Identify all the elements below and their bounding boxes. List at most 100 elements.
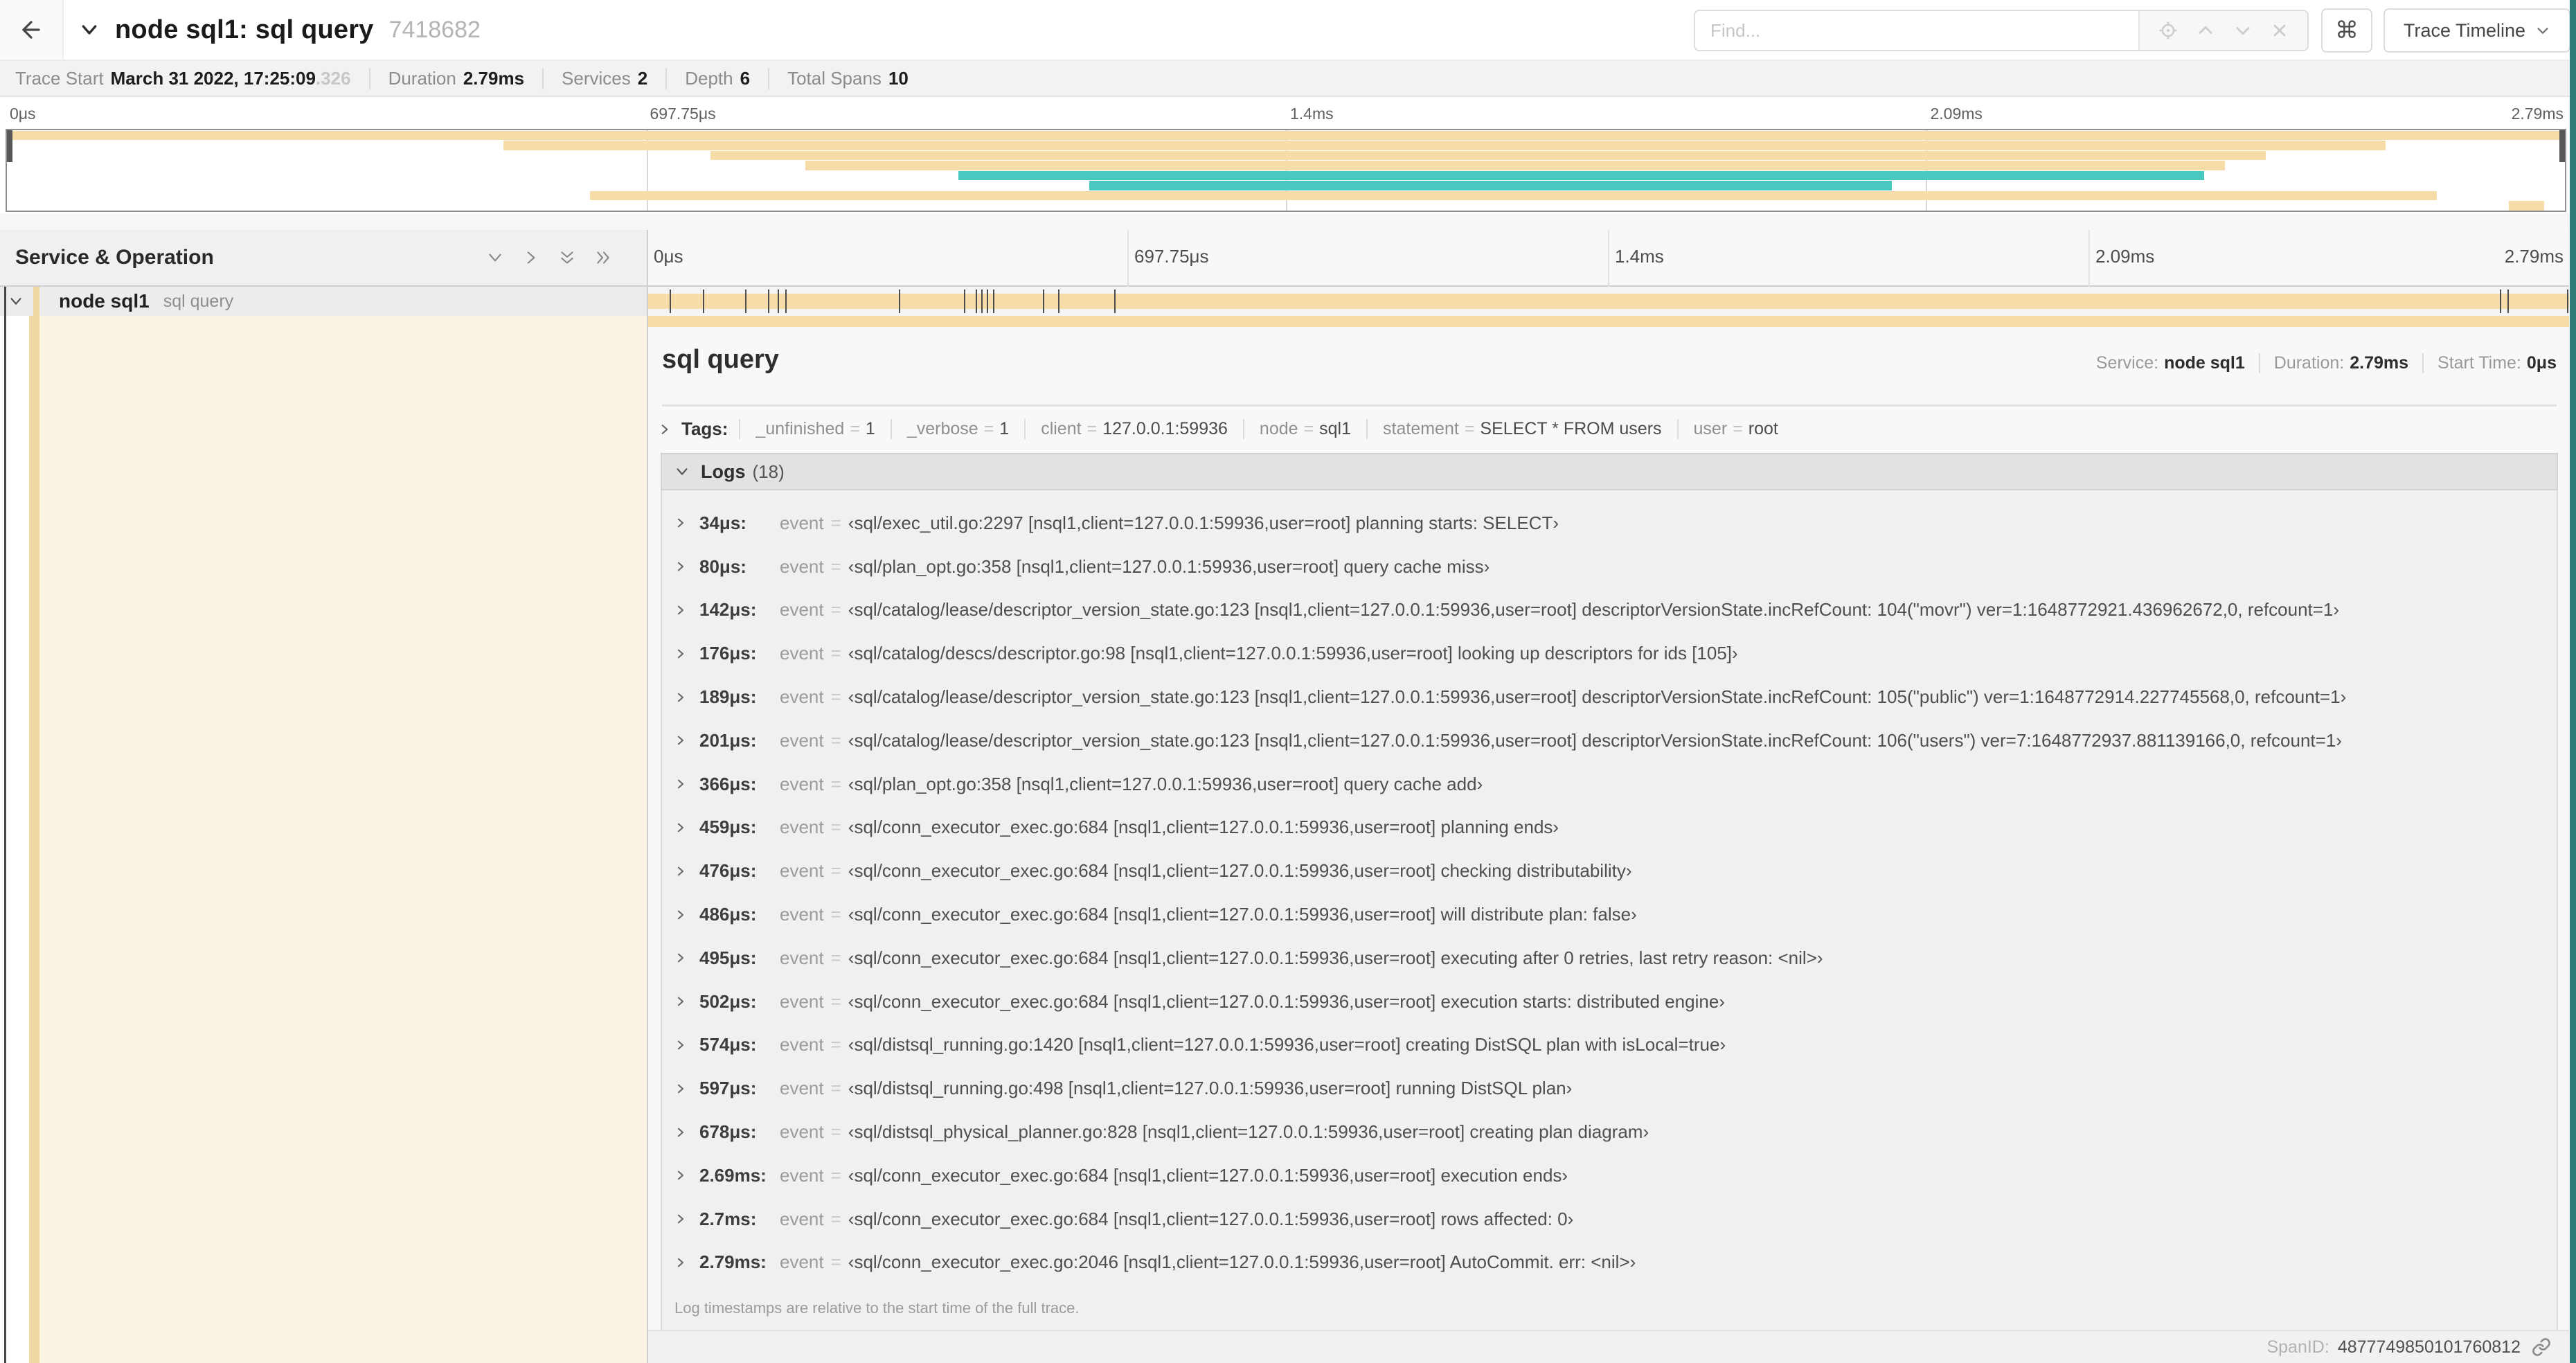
logs-count: (18) xyxy=(752,461,785,482)
log-field-key: event xyxy=(780,555,824,577)
log-equals: = xyxy=(830,599,841,621)
locate-icon[interactable] xyxy=(2158,20,2179,41)
log-tick-mark xyxy=(744,289,746,313)
tag-value: root xyxy=(1748,419,1778,438)
collapse-all-chevron-down-icon[interactable] xyxy=(486,249,504,267)
log-entry-row[interactable]: 2.69ms: event = ‹sql/conn_executor_exec.… xyxy=(662,1154,2557,1197)
log-entry-row[interactable]: 502μs: event = ‹sql/conn_executor_exec.g… xyxy=(662,980,2557,1024)
log-tick-mark xyxy=(981,289,983,313)
log-entry-row[interactable]: 574μs: event = ‹sql/distsql_running.go:1… xyxy=(662,1024,2557,1067)
tag-item: statement = SELECT * FROM users xyxy=(1366,419,1677,439)
log-entry-row[interactable]: 597μs: event = ‹sql/distsql_running.go:4… xyxy=(662,1067,2557,1110)
log-entry-row[interactable]: 189μs: event = ‹sql/catalog/lease/descri… xyxy=(662,675,2557,719)
next-match-chevron-down-icon[interactable] xyxy=(2233,21,2253,40)
log-entry-row[interactable]: 201μs: event = ‹sql/catalog/lease/descri… xyxy=(662,719,2557,763)
detail-meta-label: Start Time: xyxy=(2438,353,2521,373)
detail-meta-pair: Duration: 2.79ms xyxy=(2258,353,2422,373)
log-field-value: ‹sql/conn_executor_exec.go:2046 [nsql1,c… xyxy=(848,1251,1636,1273)
log-tick-mark xyxy=(1042,289,1044,313)
find-group xyxy=(1694,10,2309,51)
meta-value: 6 xyxy=(740,67,751,89)
log-entry-row[interactable]: 2.7ms: event = ‹sql/conn_executor_exec.g… xyxy=(662,1197,2557,1241)
log-field-key: event xyxy=(780,860,824,882)
log-entry-row[interactable]: 366μs: event = ‹sql/plan_opt.go:358 [nsq… xyxy=(662,763,2557,806)
minimap-span-bar xyxy=(1089,181,1893,190)
log-field-key: event xyxy=(780,1208,824,1229)
span-id-footer: SpanID: 4877749850101760812 xyxy=(648,1330,2569,1363)
log-chevron-right-icon xyxy=(674,517,687,529)
expand-all-double-chevron-right-icon[interactable] xyxy=(594,249,612,267)
log-equals: = xyxy=(830,1121,841,1143)
trace-id: 7418682 xyxy=(388,16,481,43)
log-equals: = xyxy=(830,947,841,968)
log-field-value: ‹sql/distsql_running.go:1420 [nsql1,clie… xyxy=(848,1034,1726,1055)
tag-item: _unfinished = 1 xyxy=(739,419,890,439)
meta-label: Depth xyxy=(685,67,733,89)
minimap-canvas[interactable] xyxy=(6,129,2566,212)
log-tick-mark xyxy=(975,289,977,313)
span-row-timeline-cell[interactable] xyxy=(647,287,2569,316)
deep-link-icon[interactable] xyxy=(2532,1337,2551,1357)
detail-divider xyxy=(662,404,2557,407)
tag-equals: = xyxy=(1086,419,1098,438)
clear-find-x-icon[interactable] xyxy=(2270,21,2289,40)
logs-header[interactable]: Logs (18) xyxy=(661,453,2558,490)
tag-key: statement xyxy=(1383,419,1459,438)
page-scrollbar-thumb[interactable] xyxy=(2570,0,2576,1363)
trace-view-selector[interactable]: Trace Timeline xyxy=(2383,8,2570,53)
log-entry-row[interactable]: 142μs: event = ‹sql/catalog/lease/descri… xyxy=(662,589,2557,632)
prev-match-chevron-up-icon[interactable] xyxy=(2196,21,2215,40)
collapse-controls xyxy=(486,249,632,267)
tag-key: _unfinished xyxy=(755,419,845,438)
log-chevron-right-icon xyxy=(674,995,687,1008)
log-field-value: ‹sql/distsql_running.go:498 [nsql1,clien… xyxy=(848,1078,1573,1099)
find-tools xyxy=(2138,11,2307,50)
trace-meta-item: Services 2 xyxy=(542,67,665,89)
log-entry-row[interactable]: 2.79ms: event = ‹sql/conn_executor_exec.… xyxy=(662,1241,2557,1285)
back-button[interactable] xyxy=(0,0,64,60)
row-collapse-chevron-down-icon[interactable] xyxy=(8,294,24,309)
expand-one-chevron-right-icon[interactable] xyxy=(522,249,540,267)
log-equals: = xyxy=(830,1164,841,1186)
log-field-value: ‹sql/catalog/lease/descriptor_version_st… xyxy=(848,729,2342,751)
meta-label: Trace Start xyxy=(15,67,104,89)
log-entry-row[interactable]: 476μs: event = ‹sql/conn_executor_exec.g… xyxy=(662,849,2557,893)
span-row-name-cell[interactable]: node sql1 sql query xyxy=(0,287,647,316)
log-field-value: ‹sql/plan_opt.go:358 [nsql1,client=127.0… xyxy=(848,773,1483,794)
log-timestamp: 189μs: xyxy=(699,686,757,708)
log-equals: = xyxy=(830,1251,841,1273)
log-field-key: event xyxy=(780,512,824,533)
log-field-value: ‹sql/distsql_physical_planner.go:828 [ns… xyxy=(848,1121,1649,1143)
log-field-value: ‹sql/conn_executor_exec.go:684 [nsql1,cl… xyxy=(848,860,1632,882)
log-tick-mark xyxy=(767,289,769,313)
detail-meta-pair: Start Time: 0μs xyxy=(2422,353,2557,373)
log-entry-row[interactable]: 34μs: event = ‹sql/exec_util.go:2297 [ns… xyxy=(662,501,2557,545)
minimap-right-scrub-handle[interactable] xyxy=(2559,130,2565,162)
log-entry-row[interactable]: 176μs: event = ‹sql/catalog/descs/descri… xyxy=(662,632,2557,675)
log-entry-row[interactable]: 80μs: event = ‹sql/plan_opt.go:358 [nsql… xyxy=(662,545,2557,589)
log-entry-row[interactable]: 495μs: event = ‹sql/conn_executor_exec.g… xyxy=(662,936,2557,980)
log-tick-mark xyxy=(1113,289,1116,313)
timeline-tick-label: 697.75μs xyxy=(1134,246,1209,267)
tag-equals: = xyxy=(1303,419,1314,438)
log-equals: = xyxy=(830,555,841,577)
log-field-key: event xyxy=(780,729,824,751)
log-entry-row[interactable]: 678μs: event = ‹sql/distsql_physical_pla… xyxy=(662,1110,2557,1154)
tags-accordion[interactable]: Tags: _unfinished = 1 _verbose = 1 client = 12… xyxy=(658,418,2557,440)
log-entry-row[interactable]: 486μs: event = ‹sql/conn_executor_exec.g… xyxy=(662,893,2557,936)
command-icon: ⌘ xyxy=(2335,17,2359,44)
find-input[interactable] xyxy=(1695,11,2138,50)
meta-value: March 31 2022, 17:25:09 xyxy=(110,67,316,89)
minimap-left-scrub-handle[interactable] xyxy=(7,130,12,162)
log-timestamp: 201μs: xyxy=(699,729,757,751)
log-field-value: ‹sql/conn_executor_exec.go:684 [nsql1,cl… xyxy=(848,817,1559,838)
log-chevron-right-icon xyxy=(674,821,687,834)
keyboard-shortcuts-button[interactable]: ⌘ xyxy=(2321,8,2372,53)
collapse-trace-chevron-icon[interactable] xyxy=(79,19,100,40)
minimap-span-bar xyxy=(805,161,2225,170)
log-field-key: event xyxy=(780,643,824,664)
log-entry-row[interactable]: 459μs: event = ‹sql/conn_executor_exec.g… xyxy=(662,806,2557,850)
log-field-value: ‹sql/conn_executor_exec.go:684 [nsql1,cl… xyxy=(848,947,1823,968)
tag-value: 1 xyxy=(999,419,1010,438)
collapse-all-double-chevron-down-icon[interactable] xyxy=(558,249,576,267)
